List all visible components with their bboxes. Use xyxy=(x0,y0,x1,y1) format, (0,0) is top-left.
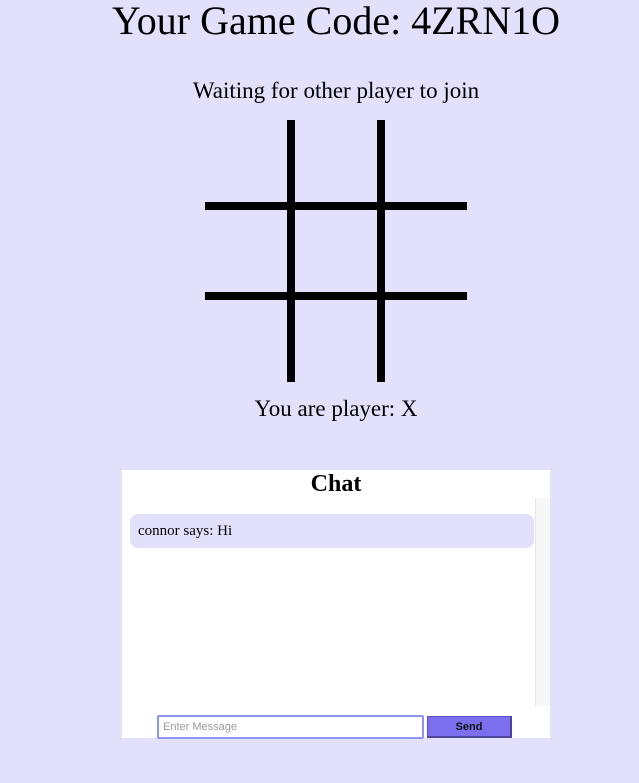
chat-title: Chat xyxy=(310,471,362,497)
board-cell-2[interactable] xyxy=(295,120,377,202)
board-cell-3[interactable] xyxy=(385,120,467,202)
board-grid-line-horizontal-1 xyxy=(205,202,467,210)
chat-panel: Chat connor says: Hi Send xyxy=(122,470,550,739)
chat-scrollbar[interactable] xyxy=(535,498,550,706)
board-cell-6[interactable] xyxy=(385,210,467,292)
player-assignment-text: You are player: X xyxy=(254,396,418,421)
board-grid-line-vertical-1 xyxy=(287,120,295,382)
chat-message-input[interactable] xyxy=(157,715,424,739)
chat-message: connor says: Hi xyxy=(130,514,534,548)
board-cell-5[interactable] xyxy=(295,210,377,292)
board-grid-line-horizontal-2 xyxy=(205,292,467,300)
tic-tac-toe-board xyxy=(205,120,467,382)
board-grid-line-vertical-2 xyxy=(377,120,385,382)
chat-message-list: connor says: Hi xyxy=(122,498,550,708)
game-code-heading: Your Game Code: 4ZRN1O xyxy=(111,0,561,43)
board-cell-7[interactable] xyxy=(205,300,287,382)
board-cell-8[interactable] xyxy=(295,300,377,382)
send-button[interactable]: Send xyxy=(427,716,512,738)
board-cell-9[interactable] xyxy=(385,300,467,382)
board-cell-1[interactable] xyxy=(205,120,287,202)
board-cell-4[interactable] xyxy=(205,210,287,292)
game-status-text: Waiting for other player to join xyxy=(192,78,480,103)
